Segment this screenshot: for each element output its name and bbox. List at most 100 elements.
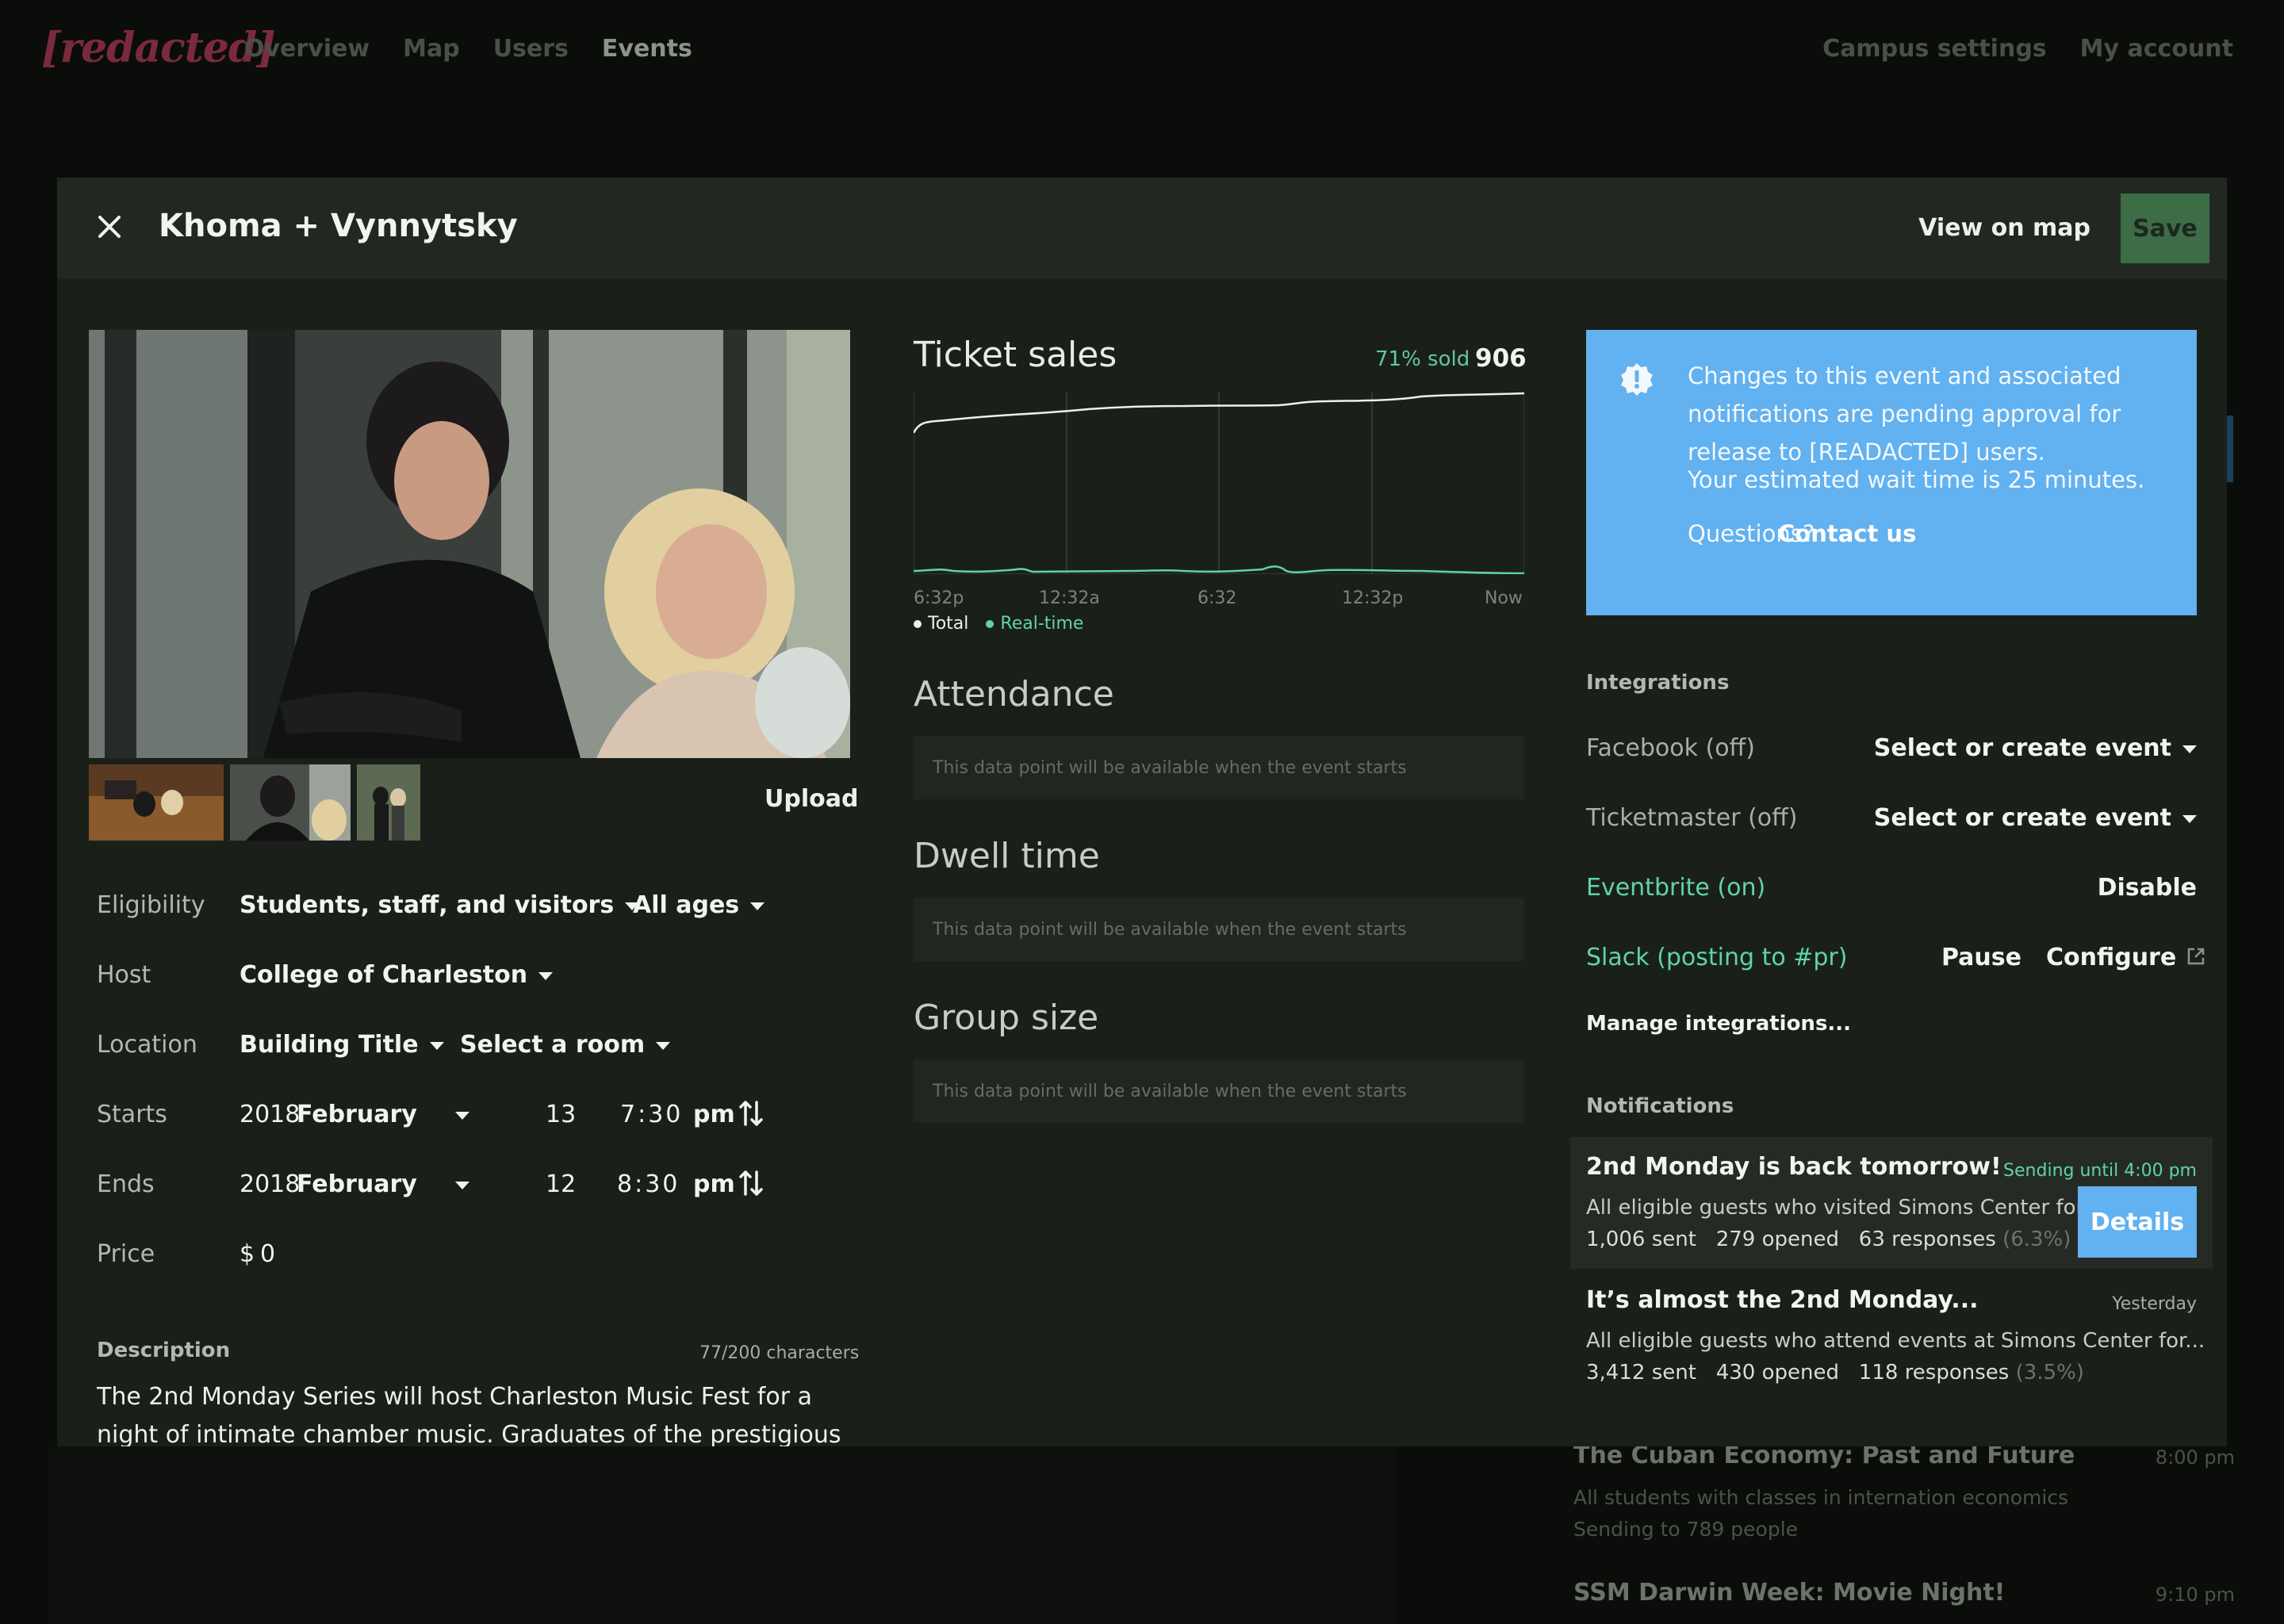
notification-item[interactable]: 2nd Monday is back tomorrow! Sending unt…: [1570, 1137, 2213, 1269]
background-event-audience: All students with classes in internation…: [1573, 1482, 2235, 1545]
chevron-down-icon: [2182, 745, 2197, 753]
building-select[interactable]: Building Title: [240, 1031, 444, 1059]
chevron-down-icon: [454, 1181, 469, 1189]
start-day-input[interactable]: 13: [546, 1101, 576, 1128]
building-value: Building Title: [240, 1031, 419, 1059]
starts-row: Starts 2018 February 13 7:30 pm: [97, 1101, 890, 1170]
ticket-sales-chart: [914, 392, 1524, 574]
nav-overview[interactable]: Overview: [244, 35, 370, 63]
thumbnail[interactable]: [89, 764, 224, 841]
group-size-title: Group size: [914, 998, 1099, 1038]
notification-title: It’s almost the 2nd Monday...: [1586, 1286, 1979, 1314]
slack-status: Slack (posting to #pr): [1586, 944, 1848, 971]
background-event-list: The Cuban Economy: Past and Future 8:00 …: [1573, 1442, 2235, 1624]
background-event-recipients: Sending to 789 people: [1573, 1518, 1799, 1541]
eventbrite-disable-button[interactable]: Disable: [2098, 874, 2197, 902]
notification-title: 2nd Monday is back tomorrow!: [1586, 1153, 2002, 1181]
thumbnail[interactable]: [357, 764, 420, 841]
description-char-count: 77/200 characters: [699, 1343, 860, 1363]
manage-integrations-link[interactable]: Manage integrations...: [1586, 1012, 1851, 1036]
nav-users[interactable]: Users: [493, 35, 569, 63]
start-year-input[interactable]: 2018: [240, 1101, 300, 1128]
event-editor-modal: Khoma + Vynnytsky View on map Save Uploa…: [57, 178, 2227, 1446]
start-time-input[interactable]: 7:30: [620, 1101, 683, 1128]
top-navigation: [redacted] Overview Map Users Events Cam…: [0, 0, 2284, 103]
contact-us-link[interactable]: Contact us: [1778, 520, 1916, 547]
chevron-down-icon: [750, 902, 765, 910]
price-row: Price $ 0: [97, 1240, 890, 1310]
room-select[interactable]: Select a room: [460, 1031, 671, 1059]
notification-stats: 3,412 sent 430 opened 118 responses (3.5…: [1586, 1361, 2084, 1385]
slack-configure-label: Configure: [2046, 944, 2177, 971]
event-photo: [89, 330, 850, 758]
facebook-event-select-label: Select or create event: [1873, 734, 2171, 762]
facebook-event-select[interactable]: Select or create event: [1874, 734, 2197, 762]
nav-events[interactable]: Events: [602, 35, 692, 63]
chart-tick-label: 12:32a: [1039, 588, 1100, 608]
chevron-down-icon: [2182, 814, 2197, 823]
integrations-label: Integrations: [1586, 671, 1730, 695]
background-event-title: SSM Darwin Week: Movie Night!: [1573, 1579, 2006, 1607]
slack-pause-button[interactable]: Pause: [1941, 944, 2021, 971]
notification-audience: All eligible guests who attend events at…: [1586, 1329, 2205, 1353]
notification-responses: 63 responses: [1858, 1228, 1996, 1251]
save-button[interactable]: Save: [2121, 193, 2209, 263]
room-value: Select a room: [460, 1031, 646, 1059]
age-select[interactable]: All ages: [633, 891, 765, 919]
background-event-item[interactable]: SSM Darwin Week: Movie Night! 9:10 pm: [1573, 1579, 2235, 1607]
thumbnail[interactable]: [230, 764, 351, 841]
legend-total-label: Total: [928, 614, 969, 634]
chart-tick-label: 6:32p: [914, 588, 964, 608]
start-month-select[interactable]: February: [297, 1101, 469, 1128]
chevron-down-icon: [429, 1041, 444, 1050]
chart-tick-label: Now: [1485, 588, 1523, 608]
event-form: Eligibility Students, staff, and visitor…: [97, 891, 890, 1310]
start-ampm-toggle[interactable]: pm: [693, 1101, 735, 1128]
background-event-time: 9:10 pm: [2155, 1584, 2235, 1606]
notification-item[interactable]: It’s almost the 2nd Monday... Yesterday …: [1570, 1270, 2213, 1402]
facebook-status: Facebook (off): [1586, 734, 1755, 762]
end-ampm-toggle[interactable]: pm: [693, 1170, 735, 1198]
ticketmaster-event-select[interactable]: Select or create event: [1874, 804, 2197, 832]
end-month-select[interactable]: February: [297, 1170, 469, 1198]
slack-configure-button[interactable]: Configure: [2046, 944, 2206, 971]
upload-button[interactable]: Upload: [765, 785, 858, 813]
group-size-placeholder: This data point will be available when t…: [914, 1059, 1524, 1123]
app-logo[interactable]: [redacted]: [41, 24, 276, 72]
age-value: All ages: [633, 891, 740, 919]
dwell-time-title: Dwell time: [914, 836, 1100, 876]
external-link-icon: [2187, 948, 2205, 965]
legend-realtime: Real-time: [986, 614, 1083, 634]
details-button[interactable]: Details: [2078, 1186, 2197, 1258]
end-year-input[interactable]: 2018: [240, 1170, 300, 1198]
host-label: Host: [97, 961, 151, 989]
background-event-time: 8:00 pm: [2155, 1446, 2235, 1469]
nav-campus-settings[interactable]: Campus settings: [1822, 35, 2047, 63]
chevron-down-icon: [454, 1111, 469, 1120]
swap-arrows-icon[interactable]: [738, 1097, 765, 1129]
start-month-value: February: [297, 1101, 417, 1128]
end-day-input[interactable]: 12: [546, 1170, 576, 1198]
description-label: Description: [97, 1339, 231, 1362]
background-event-item[interactable]: The Cuban Economy: Past and Future 8:00 …: [1573, 1442, 2235, 1545]
starts-label: Starts: [97, 1101, 167, 1128]
close-icon[interactable]: [94, 211, 125, 243]
location-label: Location: [97, 1031, 197, 1059]
view-on-map-button[interactable]: View on map: [1918, 214, 2090, 242]
eligibility-select[interactable]: Students, staff, and visitors: [240, 891, 640, 919]
host-select[interactable]: College of Charleston: [240, 961, 554, 989]
nav-my-account[interactable]: My account: [2080, 35, 2233, 63]
swap-arrows-icon[interactable]: [738, 1167, 765, 1199]
background-event-audience-line: All students with classes in internation…: [1573, 1486, 2069, 1509]
ticket-sales-percent: 71% sold: [1375, 347, 1470, 371]
end-time-input[interactable]: 8:30: [617, 1170, 680, 1198]
notifications-label: Notifications: [1586, 1094, 1734, 1118]
account-nav: Campus settings My account: [1822, 35, 2233, 63]
legend-dot: [986, 620, 994, 628]
ticketmaster-event-select-label: Select or create event: [1873, 804, 2171, 832]
nav-map[interactable]: Map: [403, 35, 460, 63]
price-input[interactable]: 0: [260, 1240, 275, 1268]
modal-header: Khoma + Vynnytsky View on map Save: [57, 178, 2227, 279]
description-textarea[interactable]: The 2nd Monday Series will host Charlest…: [97, 1378, 858, 1446]
end-month-value: February: [297, 1170, 417, 1198]
